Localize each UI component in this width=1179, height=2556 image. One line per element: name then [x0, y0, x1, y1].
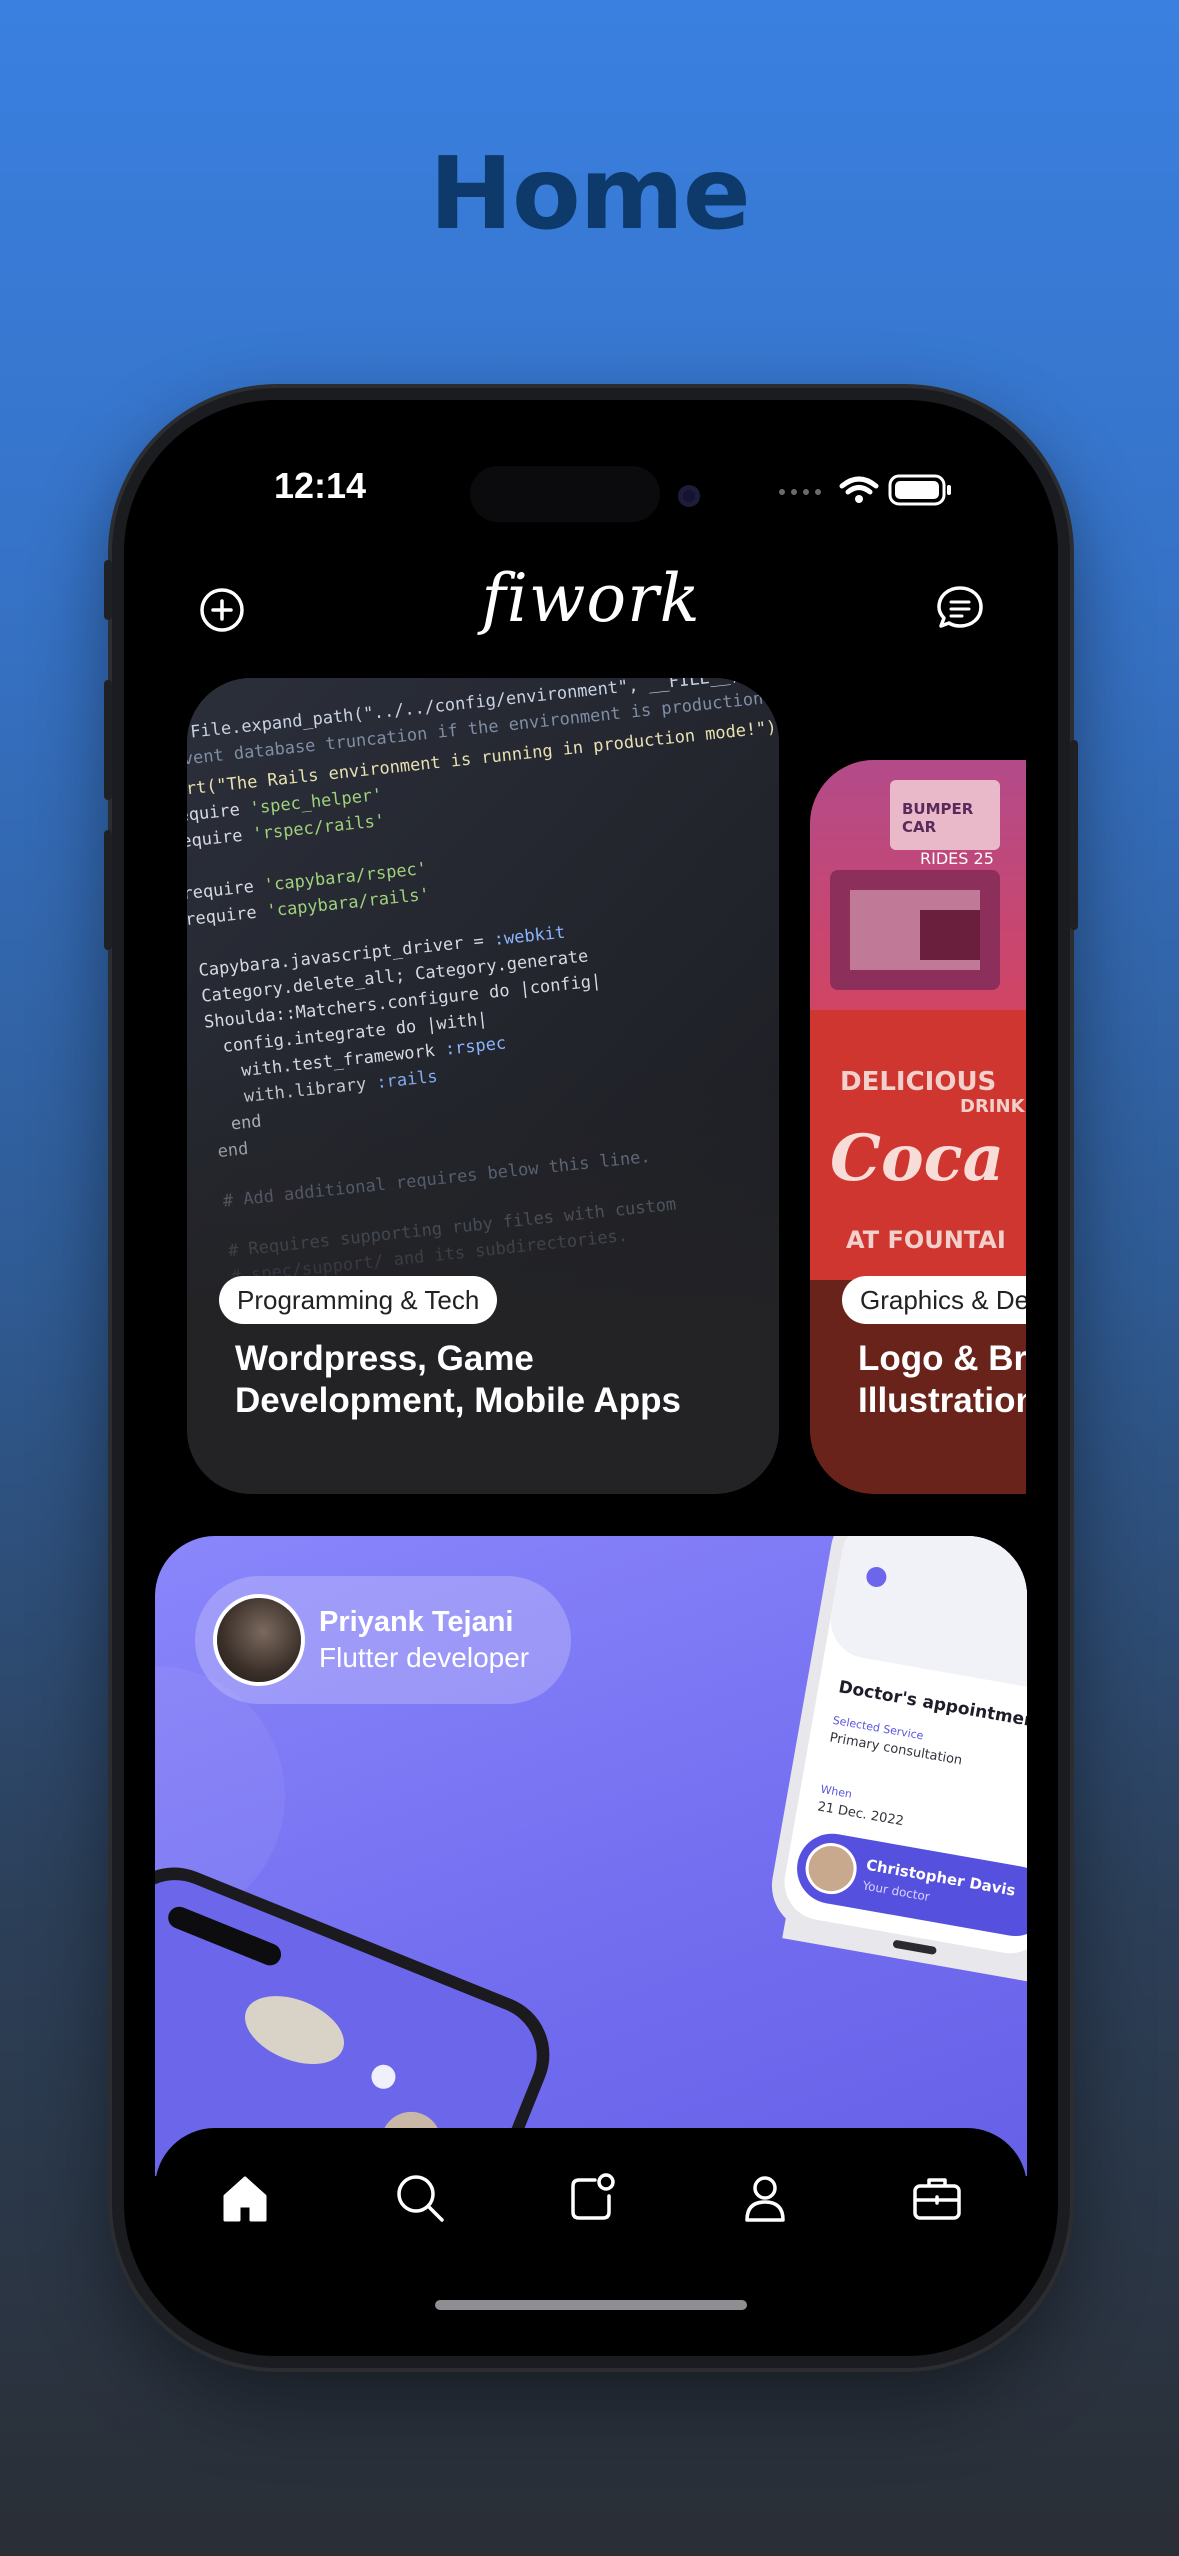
svg-text:Coca: Coca	[830, 1121, 1004, 1196]
tab-home[interactable]	[215, 2168, 275, 2228]
phone-volume-up	[104, 680, 112, 800]
search-icon	[397, 2175, 444, 2222]
briefcase-icon	[913, 2178, 961, 2220]
home-indicator[interactable]	[435, 2300, 747, 2310]
svg-text:BUMPER: BUMPER	[902, 800, 974, 818]
phone-side-button	[104, 560, 112, 620]
dynamic-island	[470, 466, 660, 522]
category-card-graphics[interactable]: BUMPER CAR RIDES 25 DELICIOUS DRINK Coca…	[810, 760, 1026, 1494]
svg-text:DELICIOUS: DELICIOUS	[840, 1067, 996, 1097]
phone-power-button	[1070, 740, 1078, 930]
code-screen-image: re File.expand_path("../../config/enviro…	[187, 678, 779, 1318]
category-title: Wordpress, Game Development, Mobile Apps	[235, 1339, 681, 1420]
wifi-dot	[855, 495, 863, 503]
page-heading: Home	[429, 135, 750, 252]
phone-volume-down	[104, 830, 112, 950]
wifi-icon	[839, 476, 879, 495]
profile-pill[interactable]: Priyank Tejani Flutter developer	[195, 1576, 571, 1704]
category-card-programming[interactable]: re File.expand_path("../../config/enviro…	[187, 678, 779, 1494]
tab-notifications[interactable]	[561, 2168, 621, 2228]
front-camera	[678, 485, 700, 507]
app-logo: fiwork	[481, 560, 701, 637]
profile-role: Flutter developer	[319, 1642, 530, 1673]
svg-text:RIDES 25: RIDES 25	[920, 849, 994, 868]
signal-dots-icon	[779, 489, 821, 495]
status-icons	[774, 468, 974, 512]
tab-profile[interactable]	[735, 2168, 795, 2228]
status-time: 12:14	[274, 465, 367, 506]
battery-icon	[888, 474, 951, 506]
portfolio-card[interactable]: Doctor's appointment number Selected Ser…	[155, 1536, 1027, 2176]
bottom-tab-bar	[155, 2128, 1027, 2356]
svg-text:AT FOUNTAI: AT FOUNTAI	[846, 1226, 1006, 1254]
user-icon	[745, 2176, 785, 2222]
notification-square-icon	[571, 2173, 615, 2220]
home-icon	[223, 2176, 267, 2222]
arcade-machine-image: BUMPER CAR RIDES 25 DELICIOUS DRINK Coca…	[810, 760, 1026, 1280]
messages-button[interactable]	[930, 578, 990, 638]
phone-screen: 12:14 fiwork Programming & Tech Wordpres…	[124, 400, 1058, 2356]
tab-jobs[interactable]	[907, 2168, 967, 2228]
svg-text:DRINK: DRINK	[960, 1096, 1026, 1117]
svg-text:CAR: CAR	[902, 818, 937, 836]
chat-bubble-icon	[937, 586, 983, 628]
tab-search[interactable]	[390, 2168, 450, 2228]
avatar	[217, 1598, 301, 1682]
category-tag: Programming & Tech	[219, 1276, 498, 1324]
category-title: Logo & Brand Illustration	[858, 1339, 1026, 1420]
category-tag: Graphics & Design	[842, 1276, 1026, 1324]
profile-name: Priyank Tejani	[319, 1606, 514, 1638]
